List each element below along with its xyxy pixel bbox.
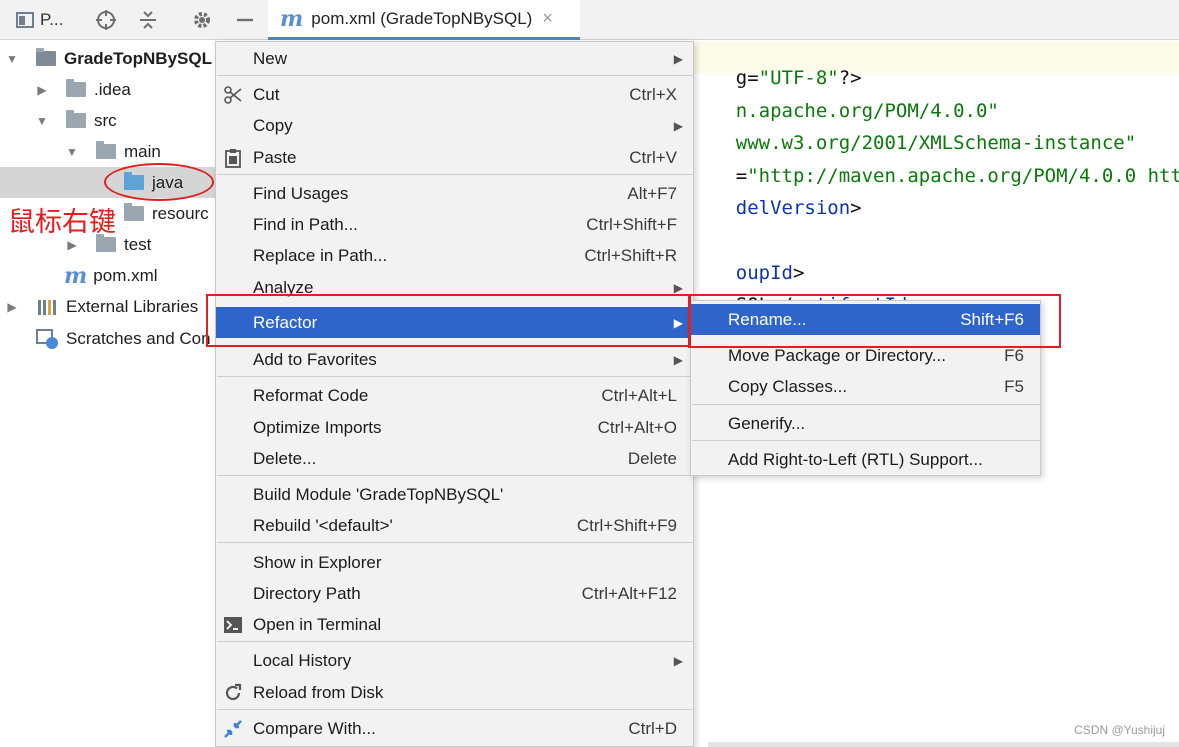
tree-label-idea: .idea bbox=[94, 79, 131, 99]
menu-item-add-to-favorites[interactable]: Add to Favorites ▶ bbox=[216, 344, 693, 375]
tree-label-main: main bbox=[124, 141, 161, 161]
collapse-all-icon[interactable] bbox=[134, 6, 162, 34]
annotation-ellipse bbox=[104, 163, 214, 201]
menu-item-optimize-imports[interactable]: Optimize Imports Ctrl+Alt+O bbox=[216, 412, 693, 443]
menu-item-reformat-code[interactable]: Reformat Code Ctrl+Alt+L bbox=[216, 380, 693, 411]
tree-node-scratches[interactable]: Scratches and Con bbox=[4, 323, 211, 354]
tree-node-src[interactable]: ▼ src bbox=[34, 105, 117, 136]
tab-pom-xml[interactable]: m pom.xml (GradeTopNBySQL) × bbox=[268, 0, 580, 40]
submenu-arrow-icon: ▶ bbox=[673, 118, 683, 133]
chevron-right-icon[interactable]: ▶ bbox=[34, 83, 50, 97]
annotation-text: 鼠标右键 bbox=[8, 207, 116, 238]
close-icon[interactable]: × bbox=[542, 8, 553, 29]
project-view-selector[interactable]: P... bbox=[16, 6, 78, 34]
chevron-down-icon[interactable]: ▼ bbox=[64, 145, 80, 159]
menu-item-copy[interactable]: Copy ▶ bbox=[216, 110, 693, 141]
menu-item-build-module[interactable]: Build Module 'GradeTopNBySQL' bbox=[216, 479, 693, 510]
scissors-icon bbox=[222, 84, 244, 106]
tree-label-root: GradeTopNBySQL bbox=[64, 48, 212, 68]
menu-item-open-in-terminal[interactable]: Open in Terminal bbox=[216, 609, 693, 640]
tree-label-pom: pom.xml bbox=[93, 265, 158, 285]
library-icon bbox=[38, 299, 56, 315]
folder-icon bbox=[66, 110, 86, 128]
tree-node-pom[interactable]: m pom.xml bbox=[64, 260, 158, 291]
submenu-item-copy-classes[interactable]: Copy Classes... F5 bbox=[691, 371, 1040, 402]
tree-node-external-libraries[interactable]: ▶ External Libraries bbox=[4, 291, 198, 322]
chevron-down-icon[interactable]: ▼ bbox=[34, 114, 50, 128]
gear-icon[interactable] bbox=[188, 6, 216, 34]
folder-icon bbox=[96, 141, 116, 159]
submenu-item-generify[interactable]: Generify... bbox=[691, 408, 1040, 439]
menu-item-cut[interactable]: Cut Ctrl+X bbox=[216, 79, 693, 110]
maven-icon: m bbox=[64, 262, 88, 289]
tree-label-resources: resourc bbox=[152, 203, 209, 223]
tree-node-idea[interactable]: ▶ .idea bbox=[34, 74, 131, 105]
menu-item-delete[interactable]: Delete... Delete bbox=[216, 443, 693, 474]
menu-item-replace-in-path[interactable]: Replace in Path... Ctrl+Shift+R bbox=[216, 240, 693, 271]
menu-item-rebuild[interactable]: Rebuild '<default>' Ctrl+Shift+F9 bbox=[216, 510, 693, 541]
tree-label-test: test bbox=[124, 234, 152, 254]
menu-item-reload-from-disk[interactable]: Reload from Disk bbox=[216, 677, 693, 708]
tree-node-resources[interactable]: resourc bbox=[124, 198, 209, 229]
menu-item-find-in-path[interactable]: Find in Path... Ctrl+Shift+F bbox=[216, 209, 693, 240]
watermark: CSDN @Yushijuj bbox=[1074, 723, 1165, 737]
annotation-box-refactor bbox=[206, 294, 691, 347]
chevron-right-icon[interactable]: ▶ bbox=[4, 300, 20, 314]
menu-item-new[interactable]: New ▶ bbox=[216, 43, 693, 74]
menu-item-local-history[interactable]: Local History ▶ bbox=[216, 645, 693, 676]
tree-node-main[interactable]: ▼ main bbox=[64, 136, 161, 167]
reload-icon bbox=[222, 682, 244, 704]
editor-tab-title: pom.xml (GradeTopNBySQL) bbox=[311, 8, 533, 28]
horizontal-scrollbar[interactable] bbox=[708, 742, 1179, 747]
code-line-5: delVersion> bbox=[735, 197, 862, 219]
chevron-right-icon[interactable]: ▶ bbox=[64, 238, 80, 252]
project-icon bbox=[16, 12, 34, 28]
menu-item-compare-with[interactable]: Compare With... Ctrl+D bbox=[216, 713, 693, 744]
folder-icon bbox=[96, 234, 116, 252]
ide-toolbar: P... m pom.xml (GradeTopNBySQL) × bbox=[0, 0, 1179, 40]
project-view-label: P... bbox=[40, 10, 64, 29]
folder-icon bbox=[66, 79, 86, 97]
maven-icon: m bbox=[280, 5, 304, 32]
tree-node-root[interactable]: ▼ GradeTopNBySQL bbox=[4, 43, 212, 74]
submenu-arrow-icon: ▶ bbox=[673, 653, 683, 668]
submenu-arrow-icon: ▶ bbox=[673, 280, 683, 295]
context-menu: New ▶ Cut Ctrl+X Copy ▶ Paste Ctrl+V Find Us… bbox=[215, 41, 694, 747]
tree-label-scratches: Scratches and Con bbox=[66, 328, 211, 348]
locate-icon[interactable] bbox=[92, 6, 120, 34]
minimize-icon[interactable] bbox=[232, 6, 258, 34]
annotation-box-rename bbox=[688, 294, 1061, 348]
menu-item-paste[interactable]: Paste Ctrl+V bbox=[216, 142, 693, 173]
submenu-item-rtl-support[interactable]: Add Right-to-Left (RTL) Support... bbox=[691, 444, 1040, 475]
clipboard-icon bbox=[222, 147, 244, 169]
menu-item-directory-path[interactable]: Directory Path Ctrl+Alt+F12 bbox=[216, 578, 693, 609]
project-tree: ▼ GradeTopNBySQL ▶ .idea ▼ src ▼ main ja… bbox=[0, 41, 215, 747]
menu-item-show-in-explorer[interactable]: Show in Explorer bbox=[216, 547, 693, 578]
terminal-icon bbox=[222, 614, 244, 636]
resources-folder-icon bbox=[124, 203, 144, 221]
tree-label-external-libraries: External Libraries bbox=[66, 296, 199, 316]
submenu-arrow-icon: ▶ bbox=[673, 51, 683, 66]
compare-icon bbox=[222, 718, 244, 740]
scratches-icon bbox=[36, 328, 58, 349]
module-folder-icon bbox=[36, 48, 56, 66]
chevron-down-icon[interactable]: ▼ bbox=[4, 52, 20, 66]
tree-label-src: src bbox=[94, 110, 117, 130]
submenu-arrow-icon: ▶ bbox=[673, 352, 683, 367]
menu-item-find-usages[interactable]: Find Usages Alt+F7 bbox=[216, 178, 693, 209]
